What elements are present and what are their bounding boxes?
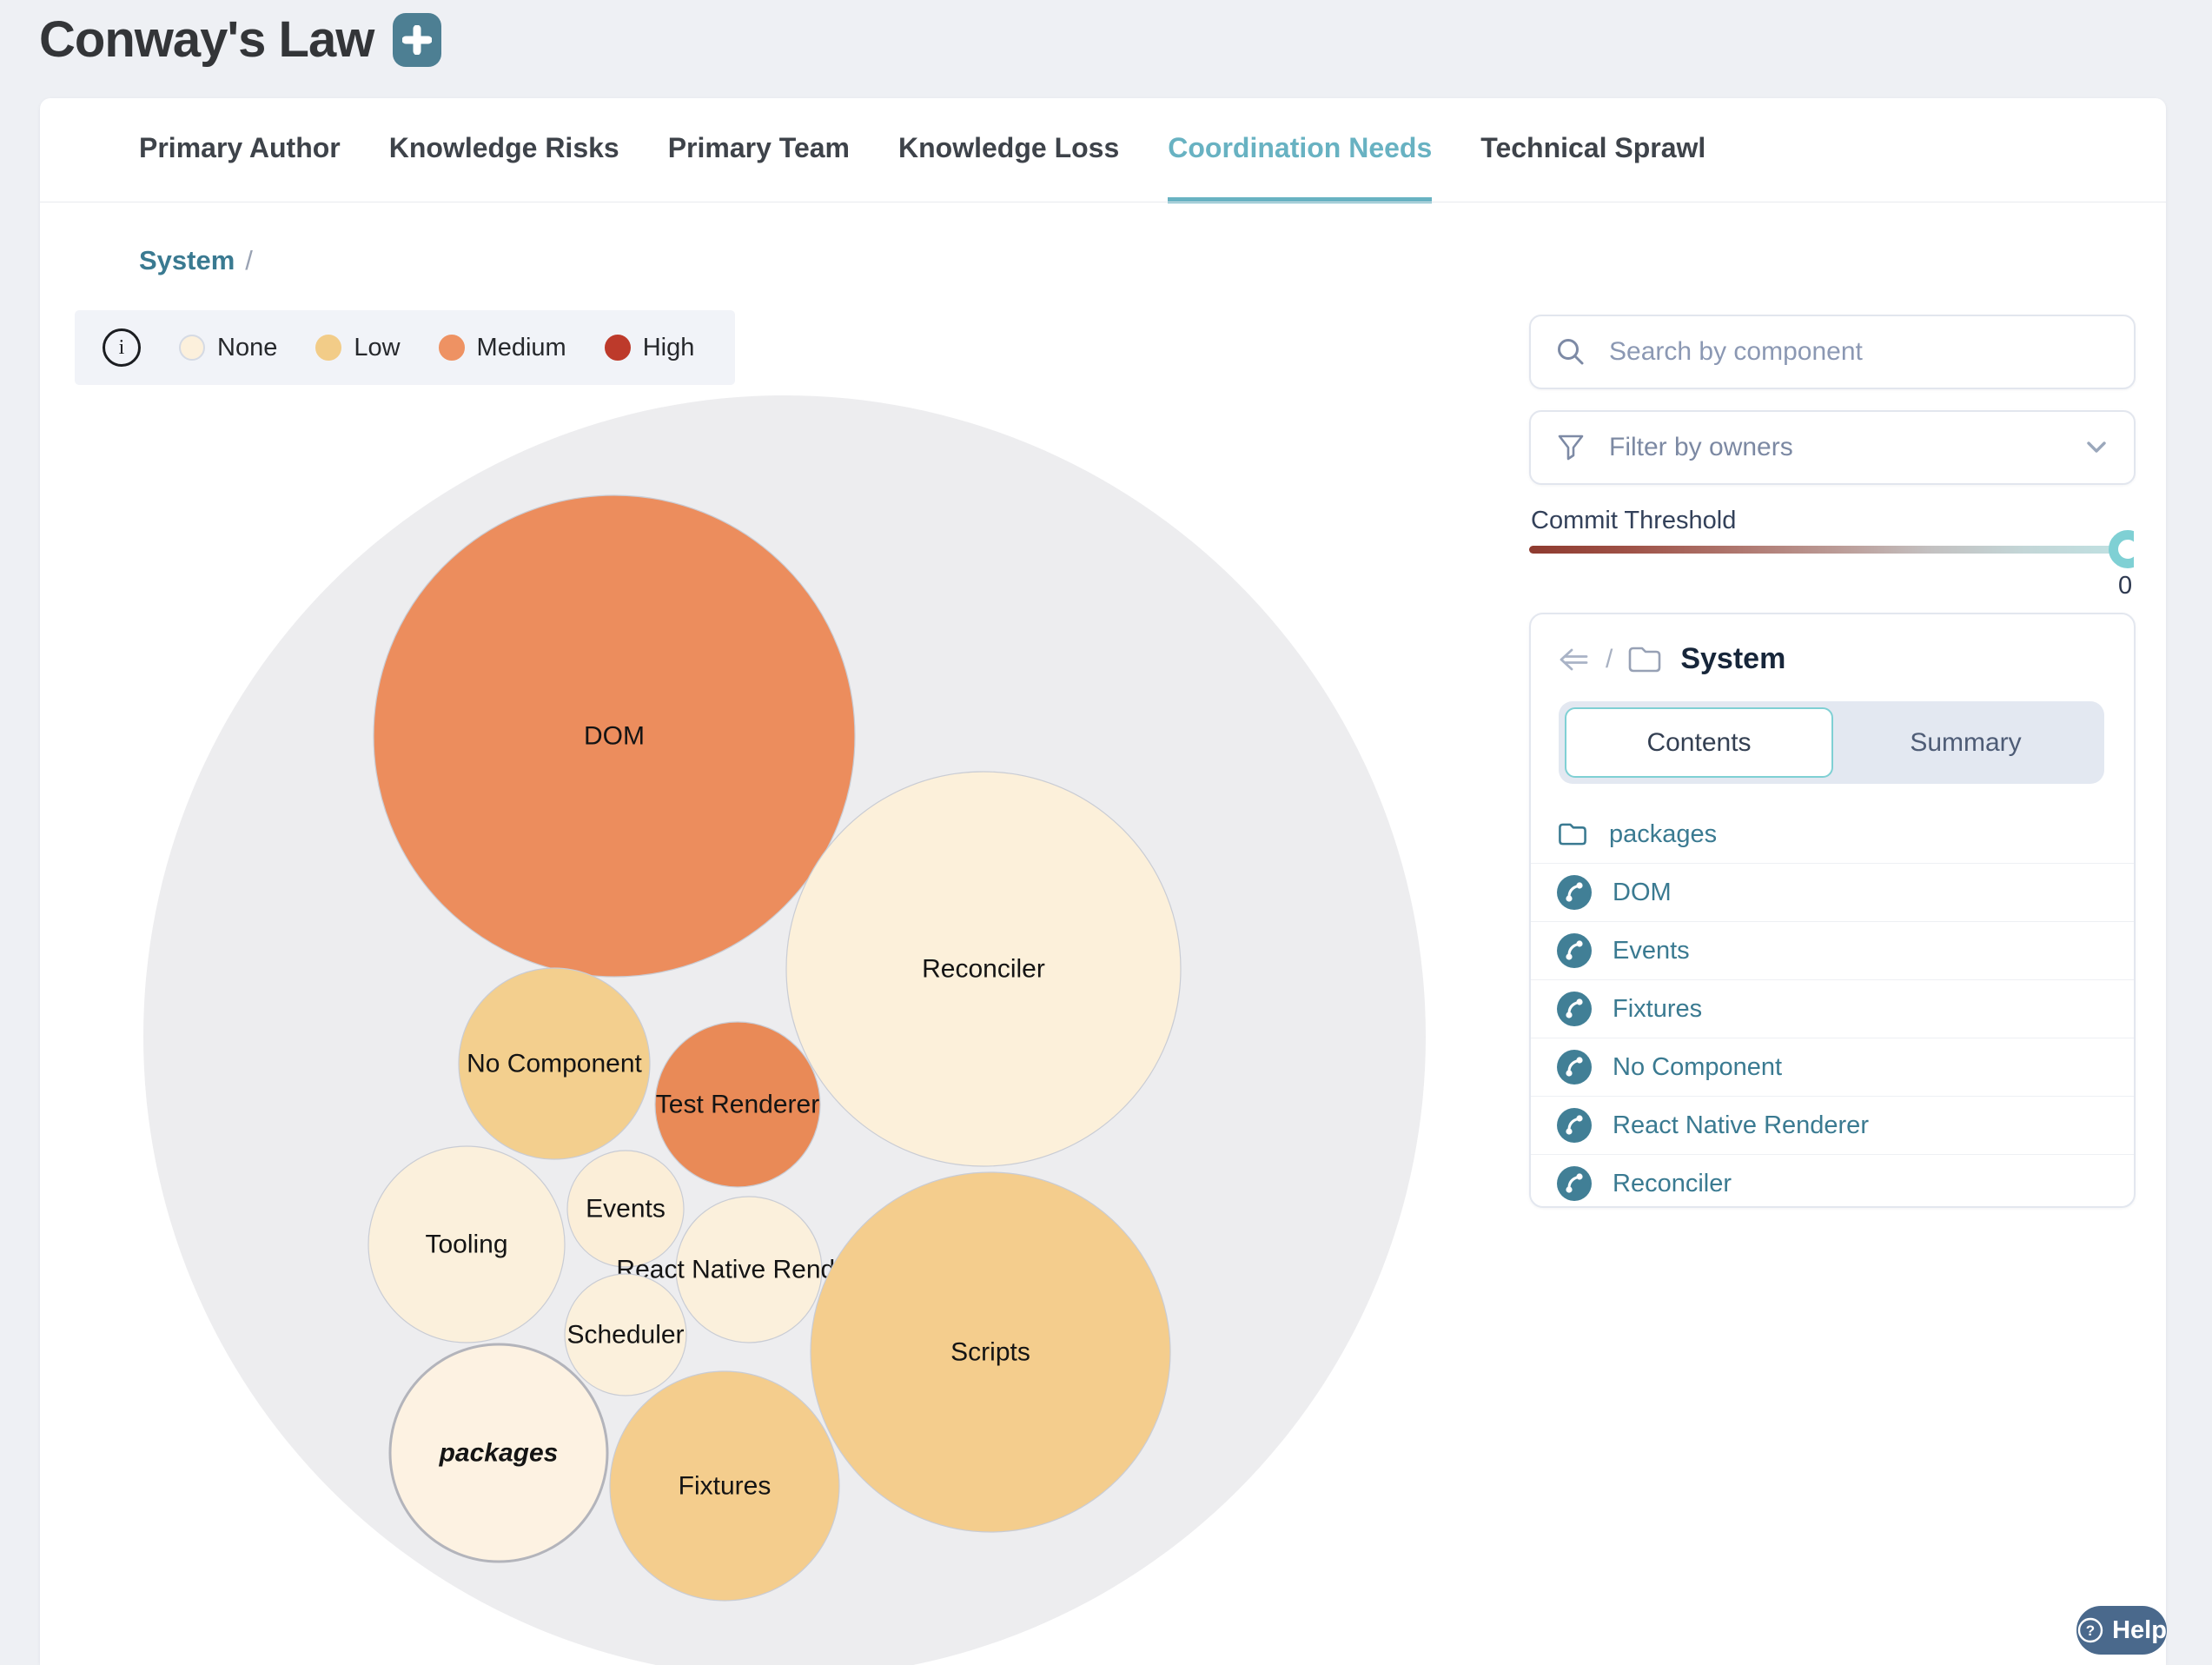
bubble-label: Scheduler xyxy=(566,1321,684,1350)
bubble-label: Test Renderer xyxy=(656,1091,819,1119)
panel-item-reconciler[interactable]: Reconciler xyxy=(1531,1154,2134,1212)
legend-dot-none xyxy=(179,335,205,361)
system-panel: / System ContentsSummary packages DOM Even… xyxy=(1529,613,2136,1208)
filter-owners-dropdown[interactable]: Filter by owners xyxy=(1529,410,2136,485)
filter-icon xyxy=(1555,432,1586,463)
breadcrumb[interactable]: System / xyxy=(139,245,253,276)
legend-items: None Low Medium High xyxy=(179,334,694,362)
page: Conway's Law Primary Author Knowledge Ris… xyxy=(0,0,2212,1665)
bubble-label: Tooling xyxy=(425,1231,507,1259)
slider-value: 0 xyxy=(2118,572,2132,600)
component-icon xyxy=(1557,1166,1592,1201)
panel-item-fixtures[interactable]: Fixtures xyxy=(1531,979,2134,1038)
slider-handle[interactable] xyxy=(2109,530,2134,568)
page-title: Conway's Law xyxy=(39,10,441,69)
panel-tab-summary[interactable]: Summary xyxy=(1833,707,2098,778)
legend-item-none: None xyxy=(179,334,277,362)
tab-coordination-needs[interactable]: Coordination Needs xyxy=(1168,132,1432,203)
panel-tab-contents[interactable]: Contents xyxy=(1565,707,1833,778)
breadcrumb-separator: / xyxy=(245,245,253,275)
app-title-text: Conway's Law xyxy=(39,10,374,69)
bubble-label: Scripts xyxy=(950,1338,1030,1367)
panel-item-label: No Component xyxy=(1613,1053,1782,1082)
legend-dot-low xyxy=(315,335,341,361)
bubble-label: DOM xyxy=(584,722,645,751)
panel-item-packages[interactable]: packages xyxy=(1531,806,2134,863)
panel-item-events[interactable]: Events xyxy=(1531,921,2134,979)
component-icon xyxy=(1557,933,1592,968)
bubble-label: Fixtures xyxy=(679,1472,772,1501)
help-label: Help xyxy=(2112,1616,2167,1645)
legend-label: Medium xyxy=(477,334,566,362)
legend-dot-high xyxy=(605,335,631,361)
back-icon[interactable] xyxy=(1557,647,1592,673)
tab-technical-sprawl[interactable]: Technical Sprawl xyxy=(1480,132,1705,203)
panel-item-label: Fixtures xyxy=(1613,995,1702,1024)
bubble-label: packages xyxy=(439,1439,559,1468)
question-icon: ? xyxy=(2076,1616,2104,1644)
tab-knowledge-risks[interactable]: Knowledge Risks xyxy=(389,132,619,203)
folder-icon xyxy=(1626,644,1663,675)
help-button[interactable]: ? Help xyxy=(2076,1606,2167,1655)
breadcrumb-current[interactable]: System xyxy=(139,245,235,275)
component-icon xyxy=(1557,1050,1592,1085)
legend-dot-medium xyxy=(439,335,465,361)
panel-contents-list: packages DOM Events Fixtures No Component Rea… xyxy=(1531,806,2134,1212)
bubble-label: No Component xyxy=(467,1050,642,1078)
svg-text:?: ? xyxy=(2086,1622,2095,1639)
legend-label: Low xyxy=(354,334,400,362)
component-icon xyxy=(1557,875,1592,910)
panel-item-label: Reconciler xyxy=(1613,1170,1732,1198)
tab-primary-author[interactable]: Primary Author xyxy=(139,132,341,203)
commit-threshold-slider[interactable]: 0 xyxy=(1529,527,2134,607)
panel-tab-switcher: ContentsSummary xyxy=(1559,701,2104,784)
chevron-down-icon xyxy=(2083,434,2109,461)
panel-item-label: packages xyxy=(1609,820,1717,849)
add-button[interactable] xyxy=(393,13,441,67)
slider-track[interactable] xyxy=(1529,546,2134,554)
bubble-label: Events xyxy=(586,1195,666,1224)
legend-item-low: Low xyxy=(315,334,400,362)
search-icon xyxy=(1555,336,1586,368)
panel-item-react-native-renderer[interactable]: React Native Renderer xyxy=(1531,1096,2134,1154)
panel-item-dom[interactable]: DOM xyxy=(1531,863,2134,921)
system-panel-header: / System xyxy=(1557,642,1785,676)
panel-item-label: DOM xyxy=(1613,879,1672,907)
panel-item-label: React Native Renderer xyxy=(1613,1111,1869,1140)
legend-label: High xyxy=(643,334,695,362)
filter-placeholder: Filter by owners xyxy=(1609,433,2061,462)
tab-bar: Primary Author Knowledge Risks Primary Tea… xyxy=(139,132,1705,203)
panel-breadcrumb-separator: / xyxy=(1606,645,1613,674)
panel-title: System xyxy=(1680,642,1785,676)
bubble-label: Reconciler xyxy=(922,955,1045,984)
legend-item-medium: Medium xyxy=(439,334,566,362)
panel-item-label: Events xyxy=(1613,937,1690,965)
legend-item-high: High xyxy=(605,334,695,362)
component-icon xyxy=(1557,1108,1592,1143)
folder-icon xyxy=(1557,820,1588,848)
tab-primary-team[interactable]: Primary Team xyxy=(668,132,850,203)
search-box[interactable]: Search by component xyxy=(1529,315,2136,389)
component-icon xyxy=(1557,992,1592,1026)
plus-icon xyxy=(402,25,432,55)
tab-knowledge-loss[interactable]: Knowledge Loss xyxy=(898,132,1119,203)
search-input[interactable]: Search by component xyxy=(1609,337,2109,367)
panel-item-no-component[interactable]: No Component xyxy=(1531,1038,2134,1096)
bubble-chart[interactable]: DOM Reconciler No Component Test Renderer Ev… xyxy=(0,374,1477,1665)
info-icon[interactable]: i xyxy=(103,328,141,367)
legend-label: None xyxy=(217,334,277,362)
